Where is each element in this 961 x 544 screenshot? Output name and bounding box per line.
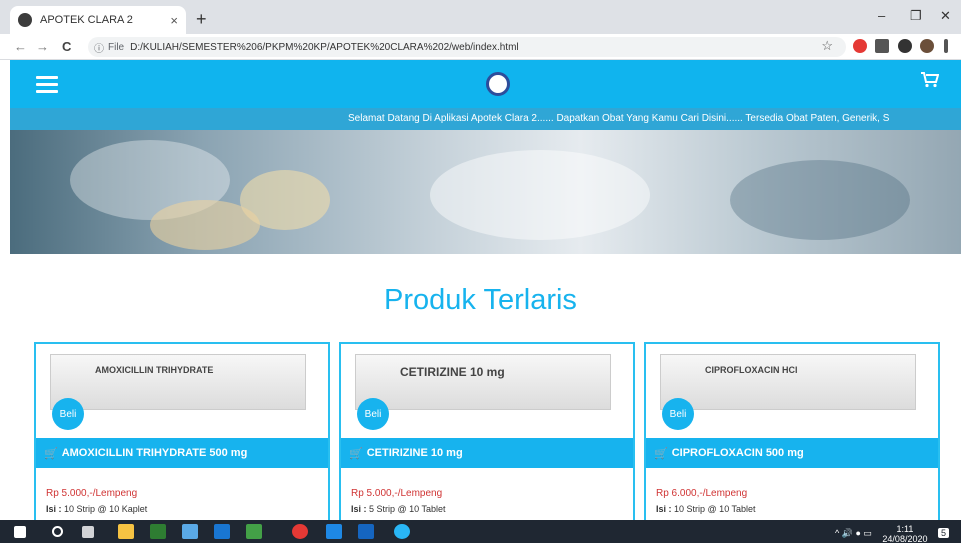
windows-start-icon[interactable] — [14, 526, 26, 538]
site-header — [10, 60, 961, 108]
product-card[interactable]: AMOXICILLIN TRIHYDRATE Beli 🛒 AMOXICILLI… — [34, 342, 330, 522]
x-extension-icon[interactable] — [875, 39, 889, 53]
product-image: CETIRIZINE 10 mg Beli — [343, 346, 631, 438]
beli-button[interactable]: Beli — [357, 398, 389, 430]
forward-button[interactable]: → — [36, 39, 49, 54]
browser-tab-strip: APOTEK CLARA 2 × + – ❐ ✕ — [0, 0, 961, 34]
site-logo[interactable] — [486, 72, 510, 96]
profile-avatar[interactable] — [920, 39, 934, 53]
browser-tab[interactable]: APOTEK CLARA 2 × — [10, 6, 186, 34]
product-contents: Isi : 5 Strip @ 10 Tablet — [351, 504, 446, 514]
welcome-marquee: Selamat Datang Di Aplikasi Apotek Clara … — [10, 108, 961, 130]
notepad-icon[interactable] — [246, 524, 262, 539]
tab-close-icon[interactable]: × — [170, 13, 178, 28]
pack-label: CETIRIZINE 10 mg — [400, 365, 505, 379]
product-price: Rp 5.000,-/Lempeng — [351, 488, 443, 499]
product-contents: Isi : 10 Strip @ 10 Tablet — [656, 504, 756, 514]
reload-button[interactable]: C — [62, 39, 71, 54]
pack-label: CIPROFLOXACIN HCl — [705, 365, 798, 375]
new-tab-button[interactable]: + — [196, 9, 207, 30]
product-card[interactable]: CETIRIZINE 10 mg Beli 🛒 CETIRIZINE 10 mg… — [339, 342, 635, 522]
3d-viewer-icon[interactable] — [182, 524, 198, 539]
cart-icon: 🛒 — [654, 447, 668, 460]
clock[interactable]: 1:11 24/08/2020 — [882, 524, 927, 544]
address-input[interactable]: ⓘ File D:/KULIAH/SEMESTER%206/PKPM%20KP/… — [88, 37, 846, 57]
section-title: Produk Terlaris — [384, 284, 577, 316]
marquee-text: Selamat Datang Di Aplikasi Apotek Clara … — [348, 113, 890, 124]
task-view-icon[interactable] — [82, 526, 94, 538]
product-name: AMOXICILLIN TRIHYDRATE 500 mg — [61, 447, 248, 459]
menu-kebab-icon[interactable] — [944, 39, 948, 53]
product-price: Rp 6.000,-/Lempeng — [656, 488, 748, 499]
url-text: D:/KULIAH/SEMESTER%206/PKPM%20KP/APOTEK%… — [130, 41, 519, 53]
product-image: CIPROFLOXACIN HCl Beli — [648, 346, 936, 438]
tray-chevron-icon[interactable]: ^ 🔊 ● ▭ — [835, 528, 872, 538]
puzzle-extension-icon[interactable] — [898, 39, 912, 53]
hero-banner-image — [10, 130, 961, 254]
tab-title: APOTEK CLARA 2 — [40, 14, 133, 26]
beli-button[interactable]: Beli — [52, 398, 84, 430]
media-icon[interactable] — [326, 524, 342, 539]
system-tray: ^ 🔊 ● ▭ 1:11 24/08/2020 5 — [835, 524, 949, 544]
notification-badge[interactable]: 5 — [937, 528, 949, 539]
chrome-icon[interactable] — [292, 524, 308, 539]
adblock-extension-icon[interactable] — [853, 39, 867, 53]
search-icon[interactable] — [52, 526, 63, 537]
beli-button[interactable]: Beli — [662, 398, 694, 430]
product-image: AMOXICILLIN TRIHYDRATE Beli — [38, 346, 326, 438]
edge-icon[interactable] — [394, 524, 410, 539]
product-card[interactable]: CIPROFLOXACIN HCl Beli 🛒 CIPROFLOXACIN 5… — [644, 342, 940, 522]
product-name: CIPROFLOXACIN 500 mg — [671, 447, 804, 459]
product-title-bar[interactable]: 🛒 AMOXICILLIN TRIHYDRATE 500 mg — [36, 438, 328, 468]
product-contents: Isi : 10 Strip @ 10 Kaplet — [46, 504, 148, 514]
globe-icon — [18, 13, 32, 27]
bookmark-star-icon[interactable]: ☆ — [821, 38, 833, 54]
product-name: CETIRIZINE 10 mg — [366, 447, 463, 459]
cart-icon[interactable] — [921, 72, 940, 93]
address-bar-row: ← → C ⓘ File D:/KULIAH/SEMESTER%206/PKPM… — [0, 34, 961, 60]
windows-taskbar: ^ 🔊 ● ▭ 1:11 24/08/2020 5 — [0, 520, 961, 544]
info-icon[interactable]: ⓘ — [94, 40, 104, 55]
cart-icon: 🛒 — [44, 447, 58, 460]
pack-label: AMOXICILLIN TRIHYDRATE — [95, 365, 214, 375]
app-icon[interactable] — [214, 524, 230, 539]
file-explorer-icon[interactable] — [118, 524, 134, 539]
back-button[interactable]: ← — [14, 39, 27, 54]
minimize-button[interactable]: – — [878, 8, 885, 23]
product-title-bar[interactable]: 🛒 CIPROFLOXACIN 500 mg — [646, 438, 938, 468]
restore-button[interactable]: ❐ — [910, 8, 922, 24]
close-window-button[interactable]: ✕ — [940, 8, 951, 24]
cart-icon: 🛒 — [349, 447, 363, 460]
word-icon[interactable] — [358, 524, 374, 539]
hamburger-menu-icon[interactable] — [36, 76, 58, 93]
product-price: Rp 5.000,-/Lempeng — [46, 488, 138, 499]
product-title-bar[interactable]: 🛒 CETIRIZINE 10 mg — [341, 438, 633, 468]
audition-icon[interactable] — [150, 524, 166, 539]
scheme-label: File — [108, 41, 125, 53]
